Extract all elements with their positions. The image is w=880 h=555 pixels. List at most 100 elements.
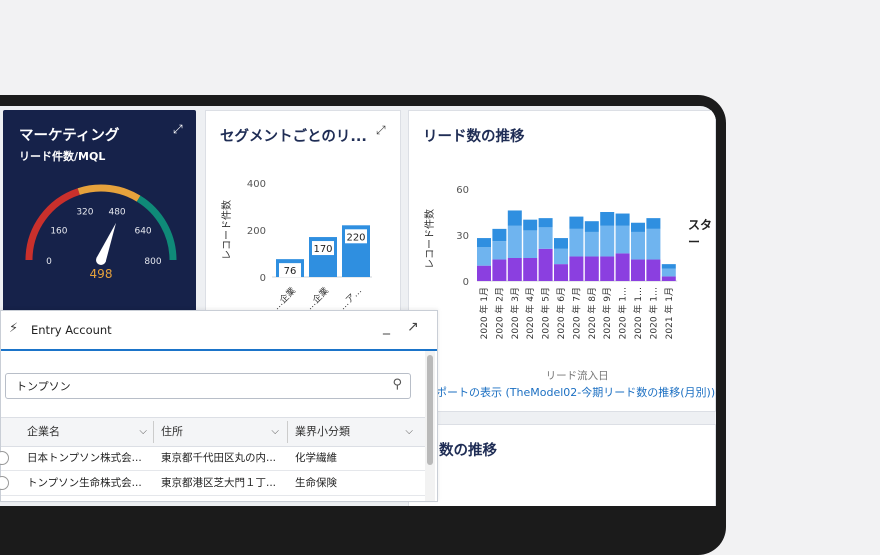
bar-segment bbox=[523, 230, 538, 258]
y-tick-label: 60 bbox=[456, 185, 469, 196]
bar-segment bbox=[538, 227, 553, 249]
y-tick-label: 30 bbox=[456, 231, 469, 242]
column-header-industry[interactable]: 業界小分類 ⌵ bbox=[295, 418, 419, 446]
gauge-needle-hub bbox=[96, 255, 106, 265]
gauge-tick-label: 160 bbox=[50, 226, 67, 236]
industry-cell: 生命保険 bbox=[295, 477, 337, 489]
popout-icon[interactable]: ↗ bbox=[407, 319, 419, 335]
y-axis-label: レコード件数 bbox=[423, 209, 436, 269]
bar-segment bbox=[554, 238, 568, 249]
bar-segment bbox=[477, 238, 491, 248]
minimize-icon[interactable]: _ bbox=[383, 319, 390, 335]
table-row[interactable]: 日本トンプソン株式会... 東京都千代田区丸の内... 化学繊維 bbox=[0, 446, 425, 471]
panel-title: Entry Account bbox=[31, 323, 112, 337]
bar-segment bbox=[661, 276, 676, 281]
column-label: 企業名 bbox=[27, 425, 60, 438]
x-tick-label: …ア… bbox=[338, 286, 364, 312]
gauge-tick-label: 640 bbox=[134, 226, 151, 236]
entry-account-panel: ⚡ Entry Account _ ↗ ⚲ 企業名 ⌵ 住所 ⌵ 業界小分類 ⌵ 日本… bbox=[0, 310, 438, 502]
x-tick-label: …企業 bbox=[304, 285, 332, 313]
scrollbar[interactable] bbox=[425, 351, 435, 501]
column-header-company[interactable]: 企業名 ⌵ bbox=[27, 418, 153, 446]
bar-segment bbox=[492, 228, 507, 242]
bar-segment bbox=[600, 212, 615, 226]
bar-segment bbox=[507, 225, 522, 258]
bar-segment bbox=[615, 253, 630, 281]
address-cell: 東京都千代田区丸の内... bbox=[161, 452, 277, 464]
y-axis-label: レコード件数 bbox=[220, 200, 233, 260]
x-tick-label: 2021 年 1月 bbox=[663, 287, 675, 339]
search-input[interactable] bbox=[14, 378, 378, 393]
bar-segment bbox=[554, 264, 568, 281]
chevron-down-icon[interactable]: ⌵ bbox=[139, 418, 147, 446]
gauge-value: 498 bbox=[90, 267, 113, 281]
table-header: 企業名 ⌵ 住所 ⌵ 業界小分類 ⌵ bbox=[1, 417, 425, 447]
bar-segment bbox=[661, 268, 676, 277]
scrollbar-thumb[interactable] bbox=[427, 355, 433, 465]
gauge-arc-mid bbox=[77, 184, 141, 202]
bar-segment bbox=[569, 256, 584, 281]
report-link[interactable]: ポートの表示 (TheModel02-今期リード数の推移(月別)) bbox=[436, 384, 715, 400]
bar-segment bbox=[538, 248, 553, 281]
gauge-tick-label: 800 bbox=[144, 257, 161, 267]
x-tick-label: 2020 年 6月 bbox=[555, 287, 567, 339]
x-tick-label: 2020 年 7月 bbox=[570, 287, 582, 339]
bar-segment bbox=[477, 247, 491, 266]
bar-segment bbox=[569, 228, 584, 257]
bottom-card: 数の推移 bbox=[408, 424, 716, 506]
chevron-down-icon[interactable]: ⌵ bbox=[271, 418, 279, 446]
column-divider[interactable] bbox=[287, 421, 288, 443]
trend-card: リード数の推移 60 30 0 レコード件数 2020 年 1月 2020 年 2月 202… bbox=[408, 110, 716, 412]
bar-segment bbox=[523, 219, 538, 231]
bar-segment bbox=[492, 241, 507, 260]
gauge-tick-label: 0 bbox=[46, 257, 52, 267]
bar-segment bbox=[507, 210, 522, 226]
bar-segment bbox=[492, 259, 507, 281]
segment-card: セグメントごとのリ... ⤢ 400 200 0 レコード件数 76 …企業 170 …企業 2… bbox=[205, 110, 401, 318]
row-radio[interactable] bbox=[0, 451, 9, 465]
gauge-tick-label: 320 bbox=[76, 208, 93, 218]
search-icon[interactable]: ⚲ bbox=[392, 377, 402, 392]
bar-segment bbox=[631, 259, 645, 281]
search-box: ⚲ bbox=[5, 373, 411, 399]
column-header-address[interactable]: 住所 ⌵ bbox=[161, 418, 285, 446]
bar-segment bbox=[646, 218, 661, 229]
bar-segment bbox=[554, 248, 568, 265]
x-tick-label: 2020 年 1月 bbox=[478, 287, 490, 339]
bar-segment bbox=[538, 218, 553, 228]
panel-header: ⚡ Entry Account _ ↗ bbox=[1, 311, 437, 351]
y-tick-label: 0 bbox=[463, 277, 469, 288]
bar-segment bbox=[507, 258, 522, 281]
gauge-tick-label: 480 bbox=[108, 208, 125, 218]
column-label: 住所 bbox=[161, 425, 183, 438]
column-divider[interactable] bbox=[153, 421, 154, 443]
x-tick-label: 2020 年 2月 bbox=[493, 287, 505, 339]
gauge-chart: 0 160 320 480 640 800 498 bbox=[25, 184, 177, 281]
table-row[interactable]: トンプソン生命株式会... 東京都港区芝大門１丁... 生命保険 bbox=[0, 471, 425, 496]
row-radio[interactable] bbox=[0, 476, 9, 490]
bar-segment bbox=[600, 225, 615, 257]
x-tick-label: 2020 年 8月 bbox=[586, 287, 598, 339]
company-cell: 日本トンプソン株式会... bbox=[27, 452, 142, 464]
x-tick-label: …企業 bbox=[271, 285, 299, 313]
data-label: 76 bbox=[284, 266, 297, 277]
trend-chart: 60300レコード件数2020 年 1月 2020 年 2月 2020 年 3月 20… bbox=[423, 185, 678, 382]
bar-segment bbox=[600, 256, 615, 281]
industry-cell: 化学繊維 bbox=[295, 452, 337, 464]
x-tick-label: 2020 年 1… bbox=[617, 287, 629, 339]
y-tick-label: 200 bbox=[247, 226, 266, 237]
bar-segment bbox=[584, 231, 599, 257]
segment-chart: 400 200 0 レコード件数 76 …企業 170 …企業 220 …ア… bbox=[220, 179, 372, 313]
bar-segment bbox=[477, 265, 491, 281]
y-tick-label: 400 bbox=[247, 179, 266, 190]
bar-segment bbox=[661, 264, 676, 269]
x-tick-label: 2020 年 1… bbox=[647, 287, 659, 339]
bar-segment bbox=[631, 231, 645, 260]
x-tick-label: 2020 年 4月 bbox=[524, 287, 536, 339]
bar-segment bbox=[615, 213, 630, 226]
gauge-card: マーケティング リード件数/MQL ⤢ 0 160 320 480 640 800 498 bbox=[3, 110, 196, 320]
chevron-down-icon[interactable]: ⌵ bbox=[405, 418, 413, 446]
truncated-label: スター bbox=[688, 218, 713, 249]
bar-segment bbox=[584, 221, 599, 232]
x-tick-label: 2020 年 5月 bbox=[540, 287, 552, 339]
